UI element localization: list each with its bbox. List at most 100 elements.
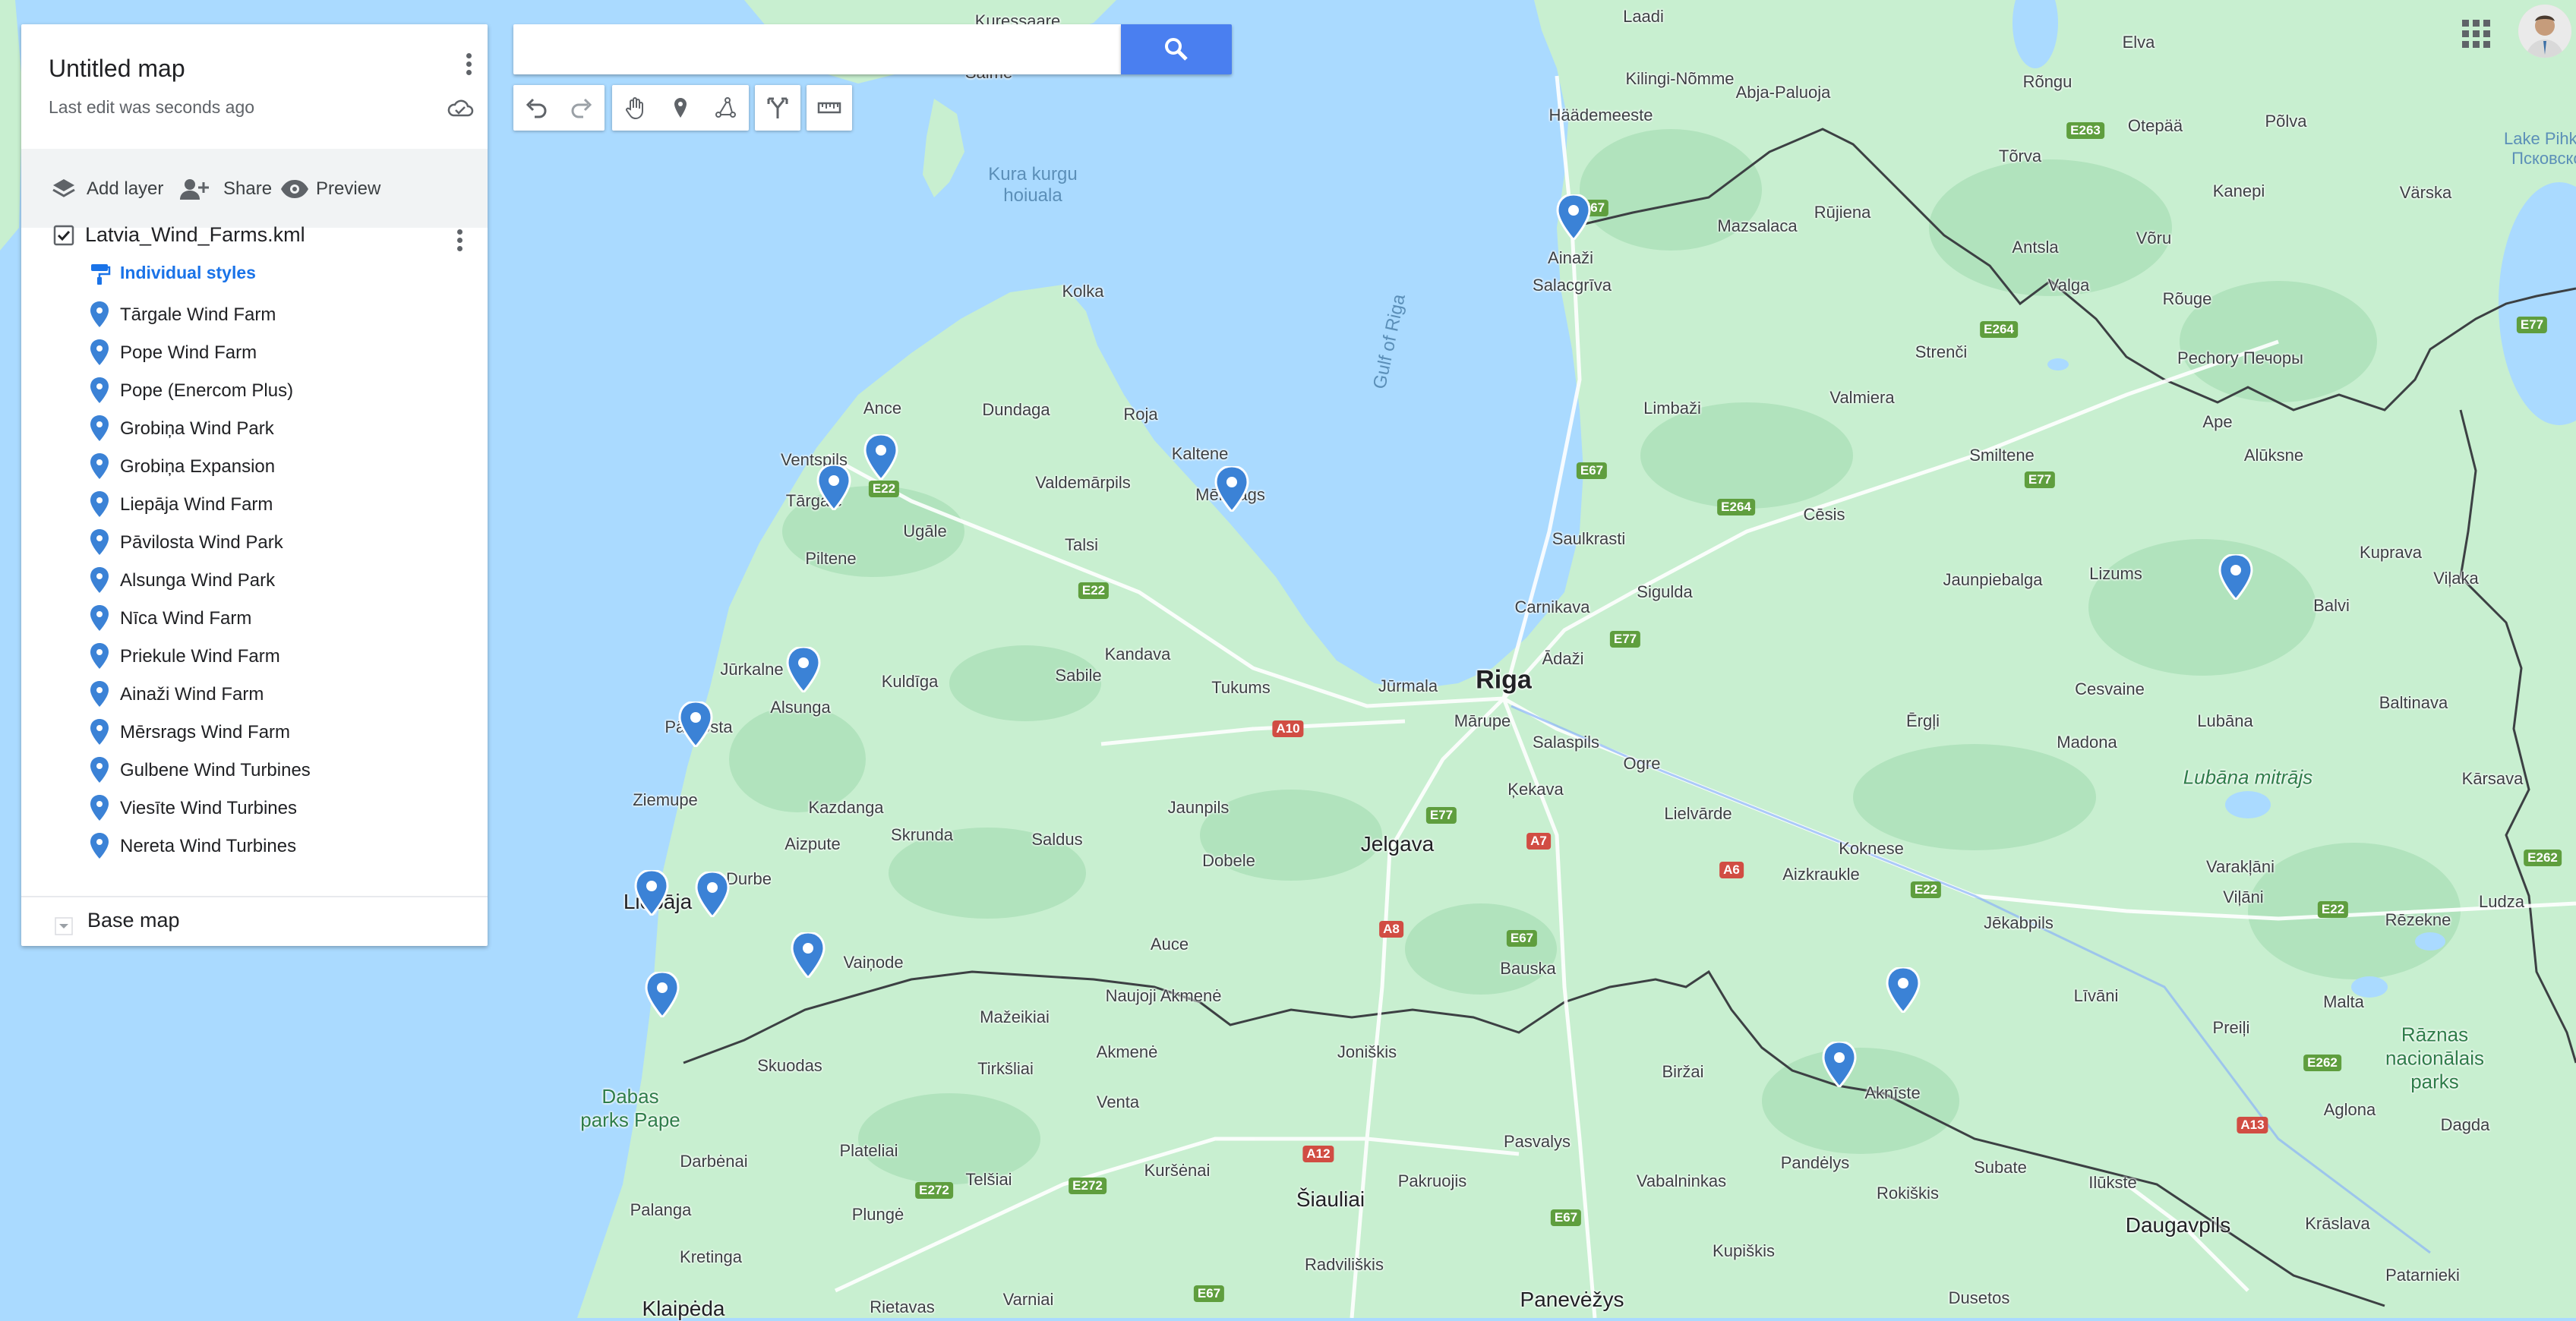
share-button[interactable]: Share [179, 176, 286, 202]
feature-list-item[interactable]: Grobiņa Wind Park [90, 415, 469, 445]
map-pin-priekule[interactable] [791, 932, 826, 978]
city-label-skrunda: Skrunda [891, 825, 953, 844]
layer-visibility-checkbox[interactable] [53, 225, 74, 246]
city-label-kazdanga: Kazdanga [808, 798, 884, 817]
city-label-alsunga: Alsunga [770, 698, 831, 717]
search-input[interactable] [513, 24, 1130, 74]
paint-roller-icon[interactable] [90, 263, 111, 285]
map-pin-grobina[interactable] [695, 872, 730, 917]
city-label-madona: Madona [2057, 733, 2117, 752]
directions-icon [767, 97, 788, 118]
pan-tool-button[interactable] [612, 85, 658, 131]
base-map-label[interactable]: Base map [87, 909, 180, 932]
city-label-kekava: Ķekava [1507, 780, 1564, 799]
individual-styles-link[interactable]: Individual styles [120, 263, 256, 283]
add-directions-button[interactable] [755, 85, 800, 131]
expand-arrow-icon[interactable] [55, 917, 73, 935]
road-badge: E22 [2317, 901, 2349, 918]
map-pin-nereta[interactable] [1822, 1042, 1857, 1087]
search-button[interactable] [1121, 24, 1232, 74]
city-label-kanepi: Kanepi [2212, 181, 2265, 200]
map-pin-targale[interactable] [863, 434, 898, 480]
city-label-dobele: Dobele [1202, 851, 1255, 870]
feature-list-item[interactable]: Priekule Wind Farm [90, 642, 469, 673]
city-label-daugavpils: Daugavpils [2125, 1213, 2231, 1237]
map-pin-nica[interactable] [645, 972, 680, 1017]
map-pin-gulbene[interactable] [2218, 554, 2253, 600]
place-marker-icon [90, 453, 109, 479]
map-pin-pavilosta[interactable] [678, 701, 713, 747]
city-label-ape: Ape [2202, 412, 2233, 431]
city-label-piltene: Piltene [805, 549, 857, 568]
city-label-carnikava: Carnikava [1514, 597, 1590, 616]
divider [21, 896, 488, 897]
city-label-ance: Ance [863, 399, 902, 418]
map-pin-mersrags[interactable] [1214, 466, 1249, 512]
layer-name[interactable]: Latvia_Wind_Farms.kml [85, 223, 305, 247]
feature-list-item[interactable]: Viesīte Wind Turbines [90, 794, 469, 824]
city-label-otepaa: Otepää [2127, 116, 2183, 135]
city-label-venta: Venta [1096, 1092, 1140, 1111]
feature-list-item[interactable]: Pope Wind Farm [90, 339, 469, 369]
city-label-saulkrasti: Saulkrasti [1552, 529, 1626, 548]
add-layer-button[interactable]: Add layer [50, 176, 187, 202]
city-label-karsava: Kārsava [2461, 769, 2524, 788]
city-label-vilaka: Viļaka [2433, 569, 2479, 588]
city-label-marupe: Mārupe [1454, 711, 1511, 730]
city-label-mazsalaca: Mazsalaca [1717, 216, 1798, 235]
undo-button[interactable] [513, 85, 559, 131]
cloud-saved-icon [447, 99, 474, 117]
map-pin-alsunga[interactable] [786, 647, 821, 692]
city-label-strenci: Strenči [1915, 342, 1968, 361]
place-marker-icon [90, 529, 109, 555]
feature-list-item[interactable]: Gulbene Wind Turbines [90, 756, 469, 787]
city-label-telsiai: Telšiai [965, 1170, 1012, 1189]
map-pin-pope[interactable] [816, 465, 851, 510]
city-label-riga: Riga [1476, 665, 1532, 695]
map-pin-viesite[interactable] [1886, 967, 1921, 1013]
map-options-kebab-icon[interactable] [457, 50, 480, 84]
feature-list-item[interactable]: Tārgale Wind Farm [90, 301, 469, 331]
feature-list-item[interactable]: Mērsrags Wind Farm [90, 718, 469, 749]
layer-options-kebab-icon[interactable] [448, 226, 471, 260]
city-label-kretinga: Kretinga [680, 1247, 742, 1266]
city-label-kuprava: Kuprava [2360, 543, 2422, 562]
city-label-patarnieki: Patarnieki [2385, 1266, 2460, 1285]
city-label-valmiera: Valmiera [1829, 388, 1895, 407]
measure-distance-button[interactable] [807, 85, 852, 131]
map-pin-liepaja[interactable] [634, 870, 669, 916]
city-label-ainazi: Ainaži [1548, 248, 1593, 267]
feature-list-item[interactable]: Nereta Wind Turbines [90, 832, 469, 862]
feature-label: Alsunga Wind Park [120, 570, 276, 591]
feature-list-item[interactable]: Nīca Wind Farm [90, 604, 469, 635]
add-marker-button[interactable] [658, 85, 703, 131]
feature-list-item[interactable]: Ainaži Wind Farm [90, 680, 469, 711]
city-label-rezekne: Rēzekne [2385, 910, 2451, 929]
map-title[interactable]: Untitled map [49, 55, 185, 83]
place-marker-icon [90, 567, 109, 593]
map-pin-ainazi[interactable] [1556, 194, 1591, 240]
feature-list-item[interactable]: Pope (Enercom Plus) [90, 377, 469, 407]
road-badge: E264 [1980, 321, 2018, 338]
city-label-talsi: Talsi [1064, 535, 1099, 554]
feature-list-item[interactable]: Alsunga Wind Park [90, 566, 469, 597]
redo-button[interactable] [559, 85, 605, 131]
city-label-sabile: Sabile [1055, 666, 1102, 685]
city-label-roja: Roja [1123, 405, 1158, 424]
feature-list-item[interactable]: Pāvilosta Wind Park [90, 528, 469, 559]
feature-list-item[interactable]: Liepāja Wind Farm [90, 490, 469, 521]
city-label-jekabpils: Jēkabpils [1984, 913, 2054, 932]
city-label-tukums: Tukums [1211, 678, 1271, 697]
city-label-ziemupe: Ziemupe [633, 790, 698, 809]
city-label-dusetos: Dusetos [1948, 1288, 2010, 1307]
google-apps-grid-icon[interactable] [2458, 15, 2494, 52]
feature-label: Grobiņa Wind Park [120, 418, 274, 439]
preview-button[interactable]: Preview [279, 176, 401, 202]
draw-line-button[interactable] [703, 85, 749, 131]
account-avatar[interactable] [2518, 5, 2571, 58]
city-label-valga: Valga [2047, 276, 2090, 295]
feature-list-item[interactable]: Grobiņa Expansion [90, 452, 469, 483]
city-label-elva: Elva [2122, 33, 2155, 52]
city-label-vainode: Vaiņode [843, 953, 904, 972]
panel-actions-bar: Add layer Share Preview [21, 149, 488, 228]
